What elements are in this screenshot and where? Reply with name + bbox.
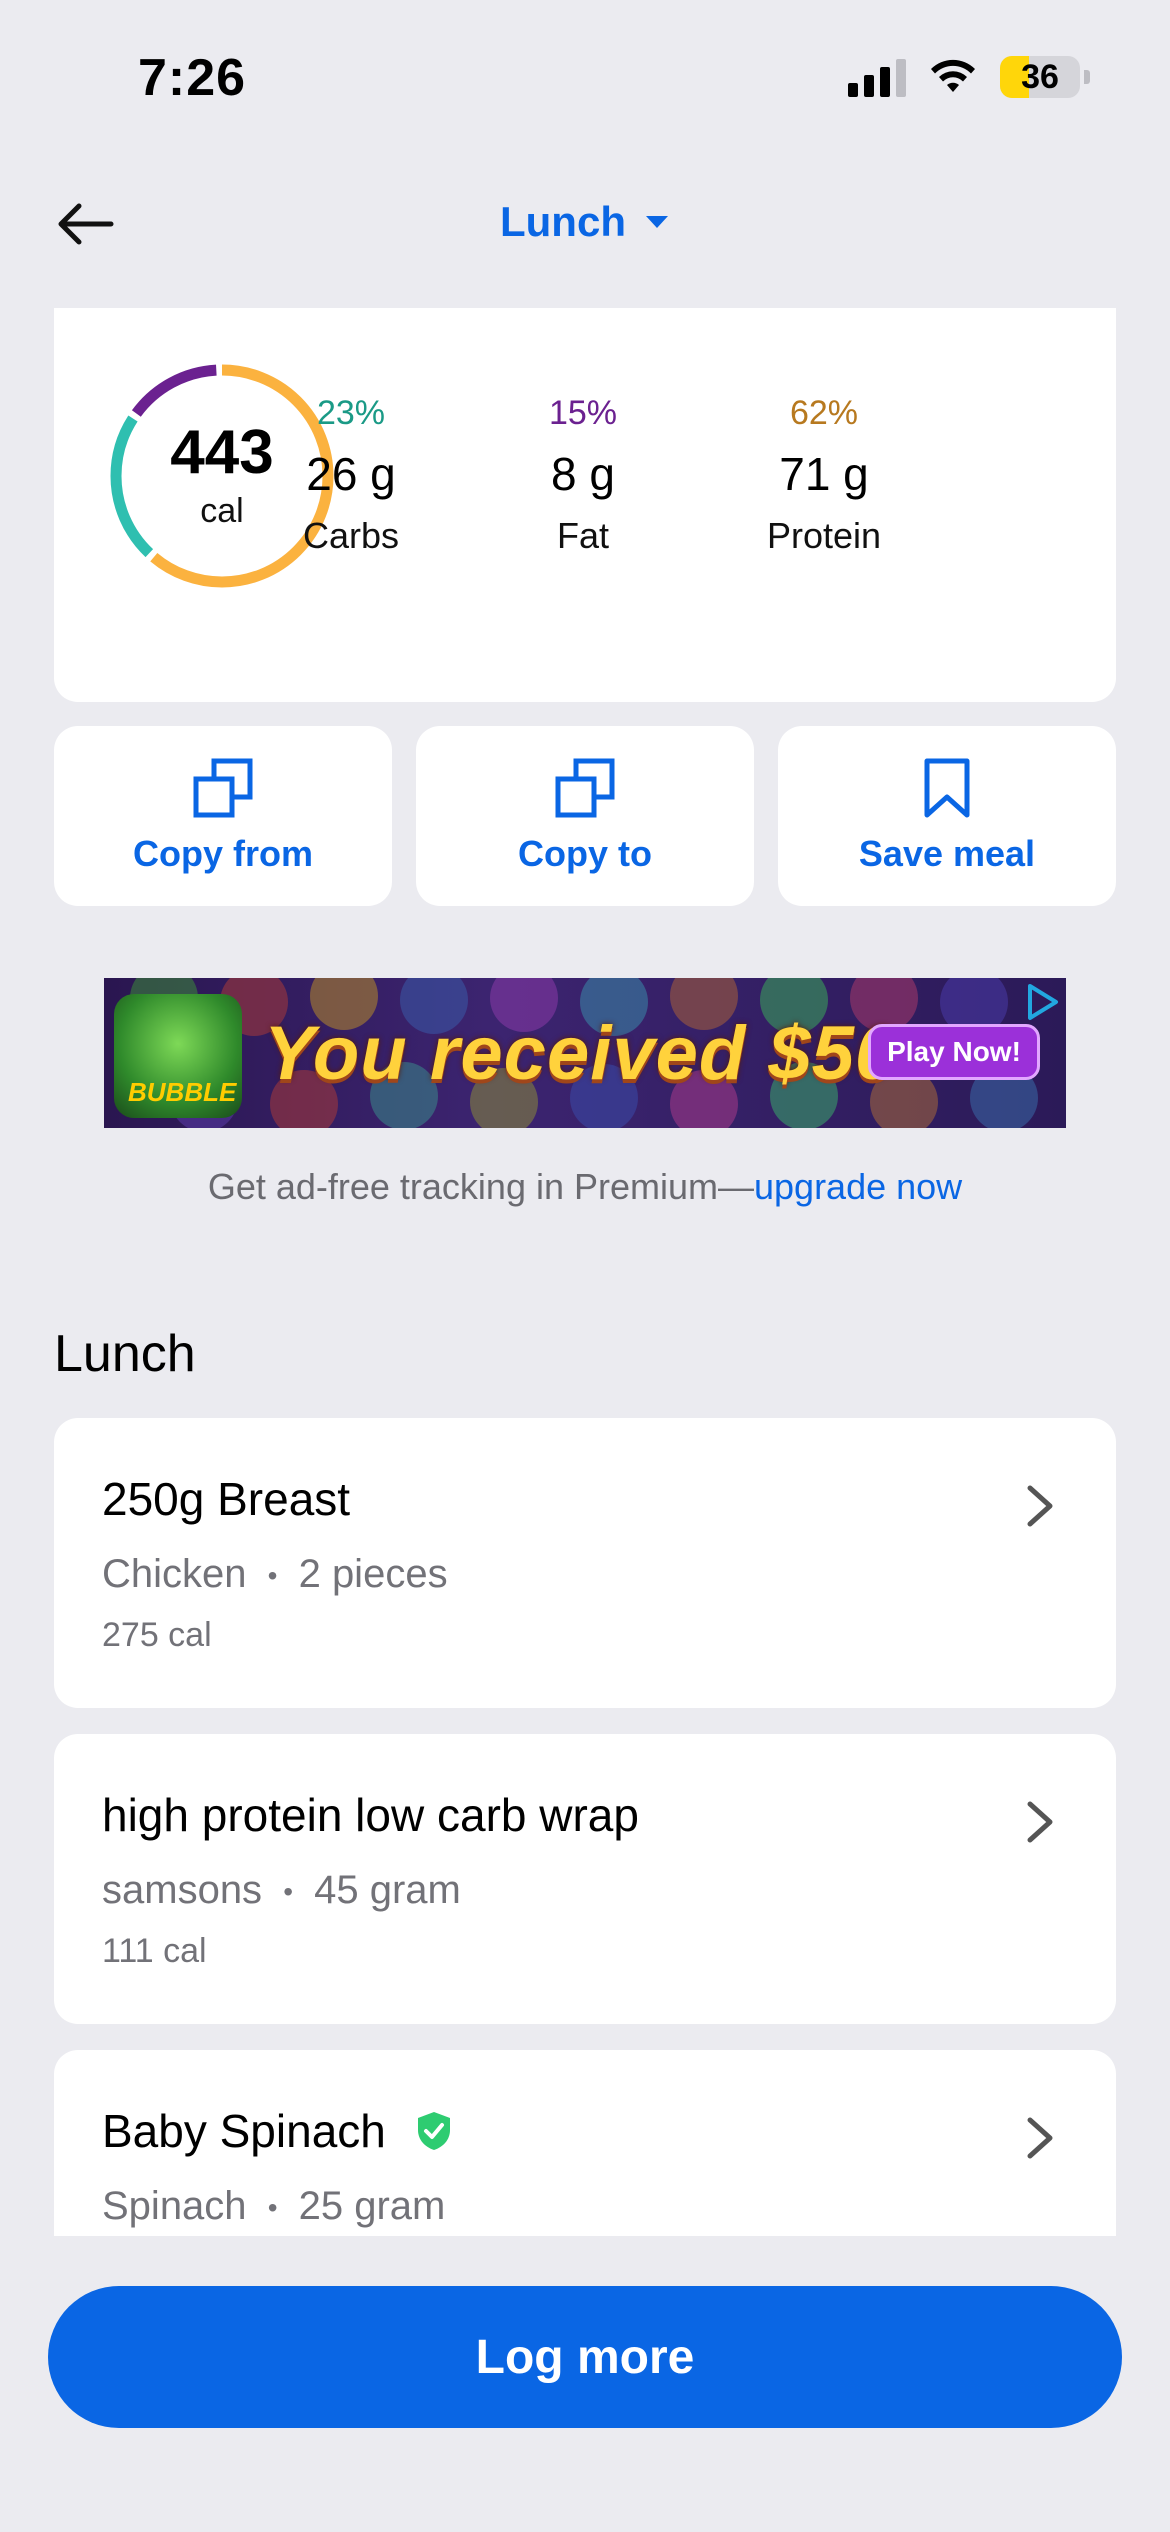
ad-logo-text: BUBBLE	[128, 1077, 237, 1107]
meal-selector[interactable]: Lunch	[0, 198, 1170, 246]
section-title: Lunch	[54, 1325, 196, 1383]
meal-actions: Copy from Copy to Save meal	[54, 726, 1116, 906]
food-entry-brand: Spinach	[102, 2184, 247, 2228]
food-entry-brand: Chicken	[102, 1552, 247, 1596]
calorie-unit: cal	[200, 491, 244, 530]
save-meal-button[interactable]: Save meal	[778, 726, 1116, 906]
chevron-right-icon	[1027, 1485, 1053, 1527]
food-entry[interactable]: Baby Spinach Spinach • 25 gram	[54, 2050, 1116, 2236]
copy-icon	[555, 758, 615, 818]
header: Lunch	[0, 180, 1170, 270]
bookmark-icon	[924, 758, 970, 818]
separator: •	[283, 1876, 293, 1908]
food-entry-list: 250g Breast Chicken • 2 pieces 275 cal h…	[54, 1418, 1116, 2236]
food-entry-serving: 25 gram	[298, 2184, 446, 2228]
ad-free-note: Get ad-free tracking in Premium—upgrade …	[0, 1166, 1170, 1208]
ad-banner[interactable]: BUBBLE You received $50 Play Now!	[104, 978, 1066, 1128]
macro-carbs-percent: 23%	[316, 394, 386, 432]
copy-icon	[193, 758, 253, 818]
food-entry-name: 250g Breast	[102, 1473, 351, 1525]
macro-protein-label: Protein	[766, 515, 882, 556]
meal-selector-label: Lunch	[500, 198, 626, 245]
cellular-signal-icon	[848, 57, 906, 97]
save-meal-label: Save meal	[858, 833, 1036, 874]
food-entry-calories: 275 cal	[102, 1616, 212, 1654]
copy-to-button[interactable]: Copy to	[416, 726, 754, 906]
chevron-right-icon	[1027, 1801, 1053, 1843]
battery-level: 36	[1021, 57, 1059, 96]
status-icons: 36	[848, 56, 1090, 98]
macro-carbs: 23% 26 g Carbs	[251, 394, 451, 557]
food-entry-calories: 111 cal	[102, 1932, 207, 1970]
ad-free-note-text: Get ad-free tracking in Premium—	[207, 1166, 754, 1207]
adchoices-icon[interactable]	[1022, 982, 1062, 1022]
food-entry-brand: samsons	[102, 1868, 263, 1912]
copy-to-label: Copy to	[518, 833, 652, 874]
food-entry-name: Baby Spinach	[102, 2104, 452, 2158]
macro-protein-amount: 71 g	[779, 448, 869, 500]
separator: •	[267, 2192, 278, 2224]
copy-from-button[interactable]: Copy from	[54, 726, 392, 906]
battery-icon: 36	[1000, 56, 1080, 98]
status-bar: 7:26 36	[0, 0, 1170, 150]
macro-fat-label: Fat	[556, 515, 609, 556]
macro-protein-percent: 62%	[789, 394, 859, 432]
food-entry-details: samsons • 45 gram	[102, 1868, 461, 1913]
ad-headline: You received $50	[264, 1011, 899, 1096]
nutrition-summary-card: 443 cal 23% 26 g Carbs 15% 8 g Fat 62% 7…	[54, 308, 1116, 702]
log-more-label: Log more	[475, 2330, 695, 2384]
log-more-button[interactable]: Log more	[48, 2286, 1122, 2428]
macro-carbs-label: Carbs	[302, 515, 400, 556]
macro-fat: 15% 8 g Fat	[483, 394, 683, 557]
food-entry[interactable]: high protein low carb wrap samsons • 45 …	[54, 1734, 1116, 2024]
verified-shield-icon	[417, 2112, 450, 2150]
status-time: 7:26	[138, 49, 247, 107]
copy-from-label: Copy from	[133, 833, 313, 874]
ad-game-logo: BUBBLE	[114, 994, 242, 1118]
food-entry-details: Chicken • 2 pieces	[102, 1552, 448, 1597]
macro-protein: 62% 71 g Protein	[724, 394, 924, 557]
macro-carbs-amount: 26 g	[306, 448, 396, 500]
upgrade-now-link[interactable]: upgrade now	[754, 1166, 962, 1207]
macro-fat-percent: 15%	[548, 394, 618, 432]
caret-down-icon	[645, 216, 668, 228]
food-entry-serving: 45 gram	[314, 1868, 461, 1912]
food-entry-name: high protein low carb wrap	[102, 1789, 639, 1841]
ad-play-now-button[interactable]: Play Now!	[868, 1024, 1040, 1080]
macro-fat-amount: 8 g	[551, 448, 615, 500]
chevron-right-icon	[1027, 2117, 1053, 2159]
food-entry-details: Spinach • 25 gram	[102, 2184, 445, 2229]
food-entry-serving: 2 pieces	[298, 1552, 448, 1596]
wifi-icon	[931, 59, 975, 92]
separator: •	[267, 1560, 278, 1592]
food-entry[interactable]: 250g Breast Chicken • 2 pieces 275 cal	[54, 1418, 1116, 1708]
